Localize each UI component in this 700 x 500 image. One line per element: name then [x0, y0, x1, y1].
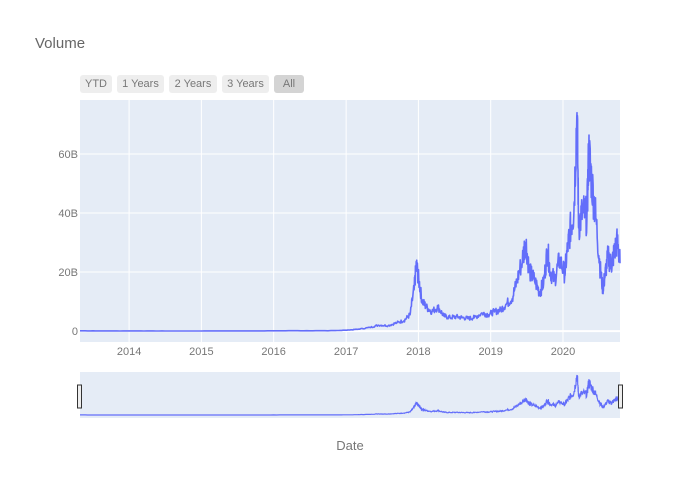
y-axis: 0 20B 40B 60B	[58, 149, 78, 338]
y-tick-label: 40B	[58, 208, 78, 220]
y-tick-label: 60B	[58, 149, 78, 161]
x-tick-label: 2017	[334, 346, 358, 358]
x-axis-title: Date	[336, 438, 363, 453]
y-tick-label: 20B	[58, 267, 78, 279]
x-tick-label: 2016	[261, 346, 285, 358]
x-tick-label: 2019	[478, 346, 502, 358]
plot-area[interactable]	[80, 100, 620, 342]
x-tick-label: 2018	[406, 346, 430, 358]
x-axis: 2014 2015 2016 2017 2018 2019 2020	[117, 346, 575, 358]
x-tick-label: 2015	[189, 346, 213, 358]
x-tick-label: 2020	[551, 346, 575, 358]
range-slider-handle-left[interactable]	[77, 384, 82, 409]
range-slider[interactable]	[80, 372, 620, 418]
range-slider-handle-right[interactable]	[618, 384, 623, 409]
y-tick-label: 0	[72, 326, 78, 338]
x-tick-label: 2014	[117, 346, 141, 358]
volume-chart: 020B40B60B 2014 2015 2016 2017 2018 2019 2020 …	[58, 100, 623, 453]
